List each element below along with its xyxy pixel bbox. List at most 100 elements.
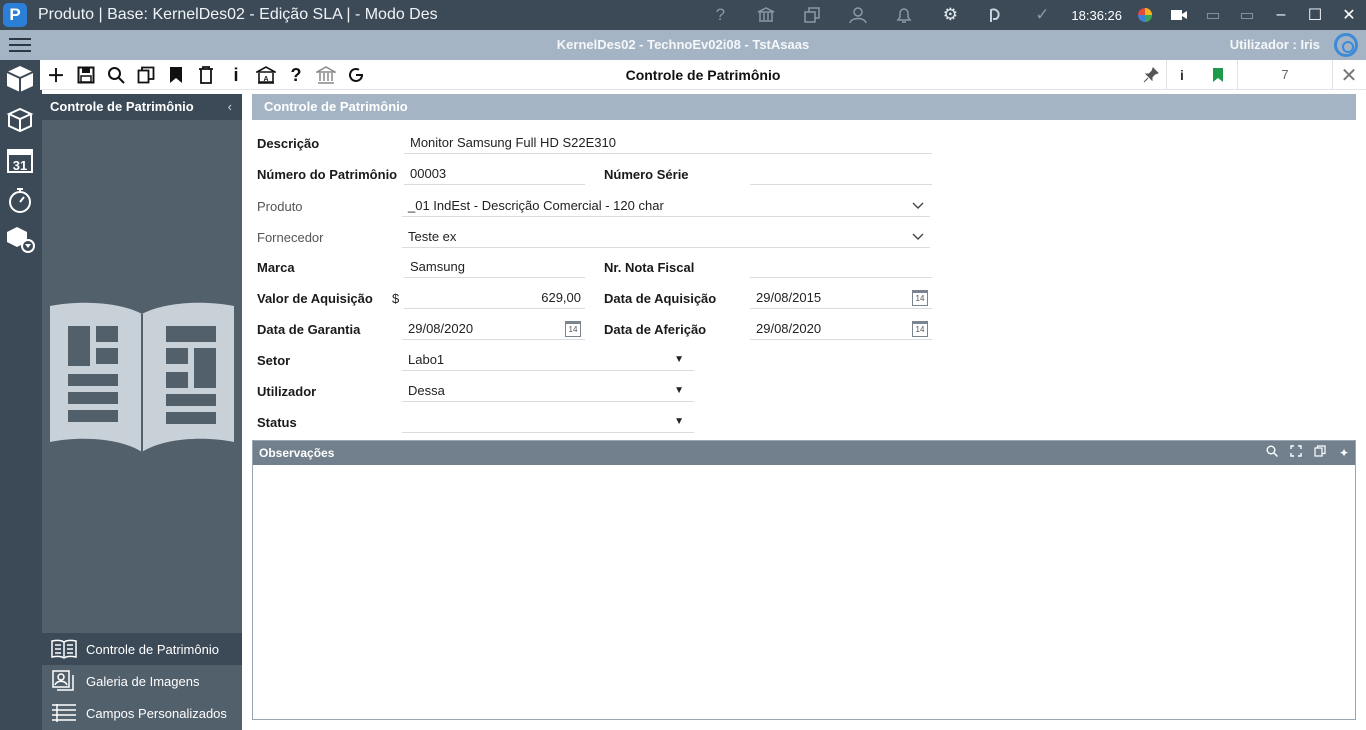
status-select[interactable]: ▼ [402,411,694,433]
check-icon[interactable]: ✓ [1019,0,1065,30]
chevron-down-icon[interactable] [912,226,924,248]
info-icon[interactable]: i [223,63,249,87]
numero-serie-label: Número Série [604,167,689,182]
hamburger-menu-icon[interactable] [0,30,40,60]
color-wheel-icon[interactable] [1128,0,1162,30]
descricao-field[interactable]: Monitor Samsung Full HD S22E310 [404,132,932,154]
copy-icon[interactable] [133,63,159,87]
sparkle-icon[interactable]: ✦ [1337,441,1351,465]
data-afericao-field[interactable]: 29/08/2020 14 [750,318,932,340]
data-afericao-label: Data de Aferição [604,322,707,337]
context-label: KernelDes02 - TechnoEv02i08 - TstAsaas [556,37,810,52]
fornecedor-value: Teste ex [408,229,457,244]
produto-select[interactable]: _01 IndEst - Descrição Comercial - 120 c… [402,195,930,217]
close-form-icon[interactable]: ✕ [1332,60,1366,90]
calendar-icon[interactable]: 14 [912,321,928,337]
bookmark-green-icon[interactable] [1205,63,1231,87]
toolbar: ＋ i A ? Controle de Patrimônio i 7 ✕ [40,60,1366,90]
maximize-button[interactable]: ☐ [1298,0,1332,30]
fornecedor-select[interactable]: Teste ex [402,226,930,248]
numero-patrimonio-field[interactable]: 00003 [404,163,585,185]
calendar-icon[interactable]: 14 [912,290,928,306]
refresh-icon[interactable] [343,63,369,87]
pin-icon[interactable] [1138,63,1164,87]
cube-icon[interactable] [3,62,37,96]
utilizador-select[interactable]: Dessa ▼ [402,380,694,402]
help-icon[interactable]: ? [283,63,309,87]
copy-icon[interactable] [1313,441,1327,465]
stopwatch-icon[interactable] [3,183,37,217]
monitor-small-icon[interactable]: ▭ [1196,0,1230,30]
nav-campos-personalizados[interactable]: Campos Personalizados [42,697,242,729]
chevron-down-icon[interactable] [912,195,924,217]
data-aquisicao-value: 29/08/2015 [756,290,822,305]
camera-icon[interactable] [1162,0,1196,30]
app-window: P Produto | Base: KernelDes02 - Edição S… [0,0,1366,730]
collapse-chevron-icon[interactable]: ‹ [228,94,232,120]
chat-icon[interactable] [973,0,1019,30]
book-illustration-icon [50,302,234,459]
side-nav: Controle de Patrimônio Galeria de Imagen… [42,633,242,729]
fornecedor-label: Fornecedor [257,230,324,245]
descricao-label: Descrição [257,136,320,151]
data-garantia-value: 29/08/2020 [408,321,474,336]
nav-label: Galeria de Imagens [86,673,200,689]
help-icon[interactable]: ? [697,0,743,30]
book-icon [42,633,86,665]
nav-label: Controle de Patrimônio [86,641,219,657]
save-icon[interactable] [73,63,99,87]
data-aquisicao-label: Data de Aquisição [604,291,717,306]
bank-icon[interactable] [743,0,789,30]
dropdown-caret-icon[interactable]: ▼ [674,380,684,402]
institution-icon[interactable]: A [253,63,279,87]
gear-icon[interactable]: ⚙ [927,0,973,30]
dropdown-caret-icon[interactable]: ▼ [674,349,684,371]
expand-icon[interactable] [1289,441,1303,465]
dropdown-caret-icon[interactable]: ▼ [674,411,684,433]
bank-icon[interactable] [313,63,339,87]
marca-field[interactable]: Samsung [404,256,585,278]
delete-icon[interactable] [193,63,219,87]
module-rail: 31 [0,60,40,730]
observacoes-panel: Observações ✦ [252,440,1356,720]
setor-select[interactable]: Labo1 ▼ [402,349,694,371]
data-aquisicao-field[interactable]: 29/08/2015 14 [750,287,932,309]
numero-serie-field[interactable] [750,163,932,185]
record-count: 7 [1281,67,1289,82]
data-garantia-field[interactable]: 29/08/2020 14 [402,318,585,340]
calendar-icon[interactable]: 31 [3,143,37,177]
cube-filter-icon[interactable] [3,222,37,256]
utilizador-value: Dessa [408,383,445,398]
user-label: Utilizador : Iris [1229,37,1320,52]
app-logo: P [0,0,30,30]
monitor-icon[interactable]: ▭ [1230,0,1264,30]
search-icon[interactable] [1265,441,1279,465]
svg-text:A: A [263,76,268,83]
search-icon[interactable] [103,63,129,87]
windows-icon[interactable] [789,0,835,30]
toolbar-title: Controle de Patrimônio [625,67,781,83]
close-button[interactable]: ✕ [1332,0,1366,30]
valor-aquisicao-field[interactable]: 629,00 [404,287,585,309]
numero-patrimonio-label: Número do Patrimônio [257,167,398,182]
add-icon[interactable]: ＋ [43,63,69,87]
observacoes-textarea[interactable] [253,465,1355,719]
minimize-button[interactable]: – [1264,0,1298,30]
bell-icon[interactable] [881,0,927,30]
status-label: Status [257,415,297,430]
record-info-icon[interactable]: i [1169,63,1195,87]
clock: 18:36:26 [1071,7,1122,23]
marca-label: Marca [257,260,295,275]
list-icon [42,697,86,729]
stack-icon[interactable] [3,102,37,136]
nota-fiscal-label: Nr. Nota Fiscal [604,260,695,275]
nota-fiscal-field[interactable] [750,256,932,278]
calendar-icon[interactable]: 14 [565,321,581,337]
utilizador-label: Utilizador [257,384,317,399]
bookmark-icon[interactable] [163,63,189,87]
currency-symbol: $ [392,291,400,306]
nav-galeria-imagens[interactable]: Galeria de Imagens [42,665,242,697]
settings-gear-icon[interactable] [1334,33,1358,57]
nav-controle-patrimonio[interactable]: Controle de Patrimônio [42,633,242,665]
user-icon[interactable] [835,0,881,30]
